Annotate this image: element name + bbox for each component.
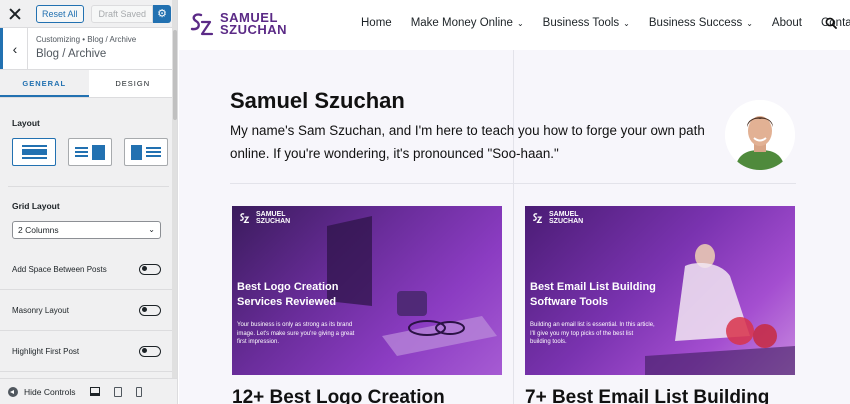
post-image-title: Best Email List Building Software Tools	[530, 281, 656, 308]
nav-item-home[interactable]: Home	[361, 17, 392, 29]
hero-divider	[230, 183, 796, 184]
logo-line-2: SZUCHAN	[549, 218, 584, 225]
chevron-down-icon: ⌄	[623, 19, 630, 28]
settings-tabs: GENERAL DESIGN	[0, 70, 177, 98]
post-title[interactable]: 7+ Best Email List Building	[525, 387, 769, 404]
logo-line-1: SAMUEL	[256, 211, 286, 218]
layout-sidebar-left-icon	[131, 145, 161, 160]
tab-design[interactable]: DESIGN	[88, 70, 177, 97]
hide-controls-button[interactable]: Hide Controls	[24, 387, 76, 397]
logo-line-2: SZUCHAN	[220, 22, 288, 37]
nav-item-business-tools[interactable]: Business Tools ⌄	[543, 17, 630, 29]
site-preview: SAMUEL SZUCHAN Home Make Money Online ⌄ B…	[179, 0, 850, 404]
nav-item-about[interactable]: About	[772, 17, 802, 29]
masonry-layout-toggle[interactable]	[139, 304, 161, 316]
highlight-first-post-toggle[interactable]	[139, 345, 161, 357]
chevron-down-icon: ⌄	[746, 19, 753, 28]
site-header: SAMUEL SZUCHAN Home Make Money Online ⌄ B…	[179, 0, 850, 50]
close-icon[interactable]	[8, 7, 22, 21]
toggle-label: Add Space Between Posts	[12, 264, 107, 274]
post-image-title: Best Logo Creation Services Reviewed	[237, 281, 339, 308]
author-avatar	[725, 100, 795, 170]
customizer-topbar: Reset All Draft Saved ⚙	[0, 0, 177, 28]
layout-sidebar-left-option[interactable]	[124, 138, 168, 166]
grid-layout-value: 2 Columns	[18, 225, 59, 235]
device-preview-buttons	[89, 386, 142, 397]
preview-guide-line	[513, 50, 514, 404]
customizer-sidebar: Reset All Draft Saved ⚙ ‹ Customizing • …	[0, 0, 178, 404]
post-thumbnail[interactable]: SAMUEL SZUCHAN Best Logo Creation Servic…	[232, 206, 502, 375]
post-image-logo: SAMUEL SZUCHAN	[531, 211, 583, 225]
desktop-icon[interactable]	[89, 387, 100, 396]
toggle-row-masonry-layout: Masonry Layout	[0, 290, 177, 331]
section-header: ‹ Customizing • Blog / Archive Blog / Ar…	[0, 28, 177, 70]
chevron-down-icon: ⌄	[516, 19, 524, 28]
toggle-label: Highlight First Post	[12, 346, 80, 356]
grid-layout-select[interactable]: 2 Columns ⌄	[12, 221, 161, 239]
hero-title: Samuel Szuchan	[230, 88, 405, 113]
breadcrumb: Customizing • Blog / Archive	[36, 35, 137, 44]
hero-text: My name's Sam Szuchan, and I'm here to t…	[230, 123, 705, 161]
draft-saved-button[interactable]: Draft Saved	[91, 4, 153, 23]
panel-title: Blog / Archive	[36, 48, 107, 60]
post-title[interactable]: 12+ Best Logo Creation	[232, 387, 445, 404]
nav-item-business-success[interactable]: Business Success ⌄	[649, 17, 753, 29]
logo-line-1: SAMUEL	[549, 211, 579, 218]
author-photo	[725, 100, 795, 170]
post-image-description: Building an email list is essential. In …	[530, 322, 655, 345]
hide-controls-icon[interactable]	[8, 386, 18, 397]
grid-layout-label: Grid Layout	[12, 201, 60, 211]
post-image-logo: SAMUEL SZUCHAN	[238, 211, 290, 225]
main-nav: Home Make Money Online ⌄ Business Tools ⌄ …	[361, 17, 850, 29]
gear-icon[interactable]: ⚙	[153, 4, 171, 23]
space-between-posts-toggle[interactable]	[139, 263, 161, 275]
search-icon[interactable]	[825, 17, 837, 29]
reset-all-button[interactable]: Reset All	[36, 4, 84, 23]
logo-icon	[533, 213, 543, 224]
chevron-down-icon: ⌄	[148, 225, 155, 234]
layout-full-width-icon	[22, 145, 47, 159]
back-chevron-icon[interactable]: ‹	[0, 28, 28, 69]
layout-sidebar-right-icon	[75, 145, 105, 160]
logo-icon[interactable]	[187, 8, 219, 40]
post-image-description: Your business is only as strong as its b…	[237, 322, 355, 345]
nav-item-make-money-online[interactable]: Make Money Online ⌄	[411, 17, 524, 29]
toggle-label: Masonry Layout	[12, 305, 69, 315]
toggle-row-highlight-first-post: Highlight First Post	[0, 331, 177, 372]
layout-options	[0, 128, 177, 166]
tab-general[interactable]: GENERAL	[0, 70, 89, 97]
layout-sidebar-right-option[interactable]	[68, 138, 112, 166]
mobile-icon[interactable]	[135, 386, 142, 397]
site-logo-text[interactable]: SAMUEL SZUCHAN	[220, 11, 288, 37]
customizer-footer: Hide Controls	[0, 378, 177, 404]
toggle-row-space-between-posts: Add Space Between Posts	[0, 249, 177, 290]
logo-line-2: SZUCHAN	[256, 218, 291, 225]
layout-full-width-option[interactable]	[12, 138, 56, 166]
logo-icon	[240, 213, 250, 224]
post-thumbnail[interactable]: SAMUEL SZUCHAN Best Email List Building …	[525, 206, 795, 375]
tablet-icon[interactable]	[113, 386, 122, 397]
layout-label: Layout	[12, 118, 40, 128]
sidebar-scroll-thumb[interactable]	[173, 30, 177, 120]
